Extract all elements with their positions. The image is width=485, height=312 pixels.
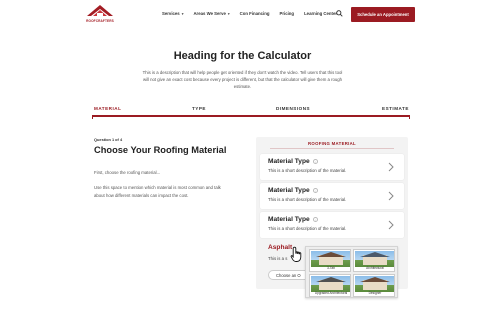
material-tile[interactable]: Architectural <box>353 249 395 272</box>
progress-line <box>92 115 410 117</box>
question-number: Question 1 of 4 <box>94 137 123 142</box>
option-description: This is a short description of the mater… <box>268 226 347 231</box>
material-tile[interactable]: Designer <box>353 274 395 297</box>
option-description: This is a short description of the mater… <box>268 168 347 173</box>
house-image <box>311 251 350 267</box>
tile-label: Upgraded Architectural <box>314 291 348 295</box>
house-image <box>355 251 394 267</box>
option-description: This is a short description of the mater… <box>268 197 347 202</box>
nav-label: Areas We Serve <box>193 11 226 16</box>
option-title-row: Material Type i <box>268 216 318 223</box>
progress-steps: MATERIAL TYPE DIMENSIONS ESTIMATE <box>92 104 410 120</box>
schedule-appointment-button[interactable]: Schedule an Appointment <box>351 7 415 22</box>
divider <box>270 148 394 149</box>
site-header: ROOFCRAFTERS Services ▾ Areas We Serve ▾… <box>0 0 485 30</box>
question-title: Choose Your Roofing Material <box>94 145 227 155</box>
chevron-right-icon <box>388 162 394 172</box>
material-type-popup: 3-Tab Architectural Upgraded Architectur… <box>305 246 398 298</box>
selected-title: Asphalt <box>268 244 293 251</box>
option-title: Material Type <box>268 187 310 194</box>
brand-name: ROOFCRAFTERS <box>86 19 114 23</box>
search-icon[interactable] <box>336 10 343 17</box>
calculator-description: This is a description that will help peo… <box>142 70 343 89</box>
progress-tick <box>92 115 93 119</box>
option-title: Material Type <box>268 158 310 165</box>
nav-item-services[interactable]: Services ▾ <box>162 11 183 16</box>
step-dimensions[interactable]: DIMENSIONS <box>276 106 310 111</box>
nav-label: Learning Center <box>304 11 338 16</box>
step-type[interactable]: TYPE <box>192 106 206 111</box>
brand-logo[interactable]: ROOFCRAFTERS <box>86 4 114 26</box>
calculator-title: Heading for the Calculator <box>173 50 312 62</box>
roof-logo-icon <box>87 5 113 17</box>
hand-cursor-icon <box>290 246 302 262</box>
material-option[interactable]: Material Type i This is a short descript… <box>260 154 404 180</box>
house-image <box>311 276 350 292</box>
nav-item-learning-center[interactable]: Learning Center <box>304 11 337 16</box>
option-title-row: Material Type i <box>268 187 318 194</box>
option-title-row: Material Type i <box>268 158 318 165</box>
info-icon[interactable]: i <box>312 188 318 193</box>
chevron-down-icon: ▾ <box>181 11 184 16</box>
nav-item-pricing[interactable]: Pricing <box>279 11 294 16</box>
info-icon[interactable]: i <box>312 217 318 222</box>
material-tile[interactable]: 3-Tab <box>309 249 351 272</box>
tile-label: 3-Tab <box>327 266 335 270</box>
nav-label: Con Financing <box>239 11 270 16</box>
question-body: Use this space to mention which material… <box>94 185 221 198</box>
progress-tick <box>409 115 410 119</box>
step-material[interactable]: MATERIAL <box>94 106 121 111</box>
option-title: Material Type <box>268 216 310 223</box>
nav-label: Pricing <box>279 11 295 16</box>
question-subtitle: First, choose the roofing material... <box>94 170 161 175</box>
chevron-down-icon: ▾ <box>227 11 230 16</box>
material-tile[interactable]: Upgraded Architectural <box>309 274 351 297</box>
material-option[interactable]: Material Type i This is a short descript… <box>260 212 404 238</box>
step-estimate[interactable]: ESTIMATE <box>382 106 409 111</box>
nav-item-financing[interactable]: Con Financing <box>240 11 270 16</box>
material-option[interactable]: Material Type i This is a short descript… <box>260 183 404 209</box>
selected-description: This is a s <box>268 256 288 261</box>
nav-label: Services <box>162 11 180 16</box>
main-nav: Services ▾ Areas We Serve ▾ Con Financin… <box>162 11 347 16</box>
info-icon[interactable]: i <box>312 159 318 164</box>
chevron-right-icon <box>388 220 394 230</box>
card-heading: ROOFING MATERIAL <box>308 141 356 146</box>
chevron-right-icon <box>388 191 394 201</box>
tile-label: Designer <box>368 291 382 295</box>
tile-label: Architectural <box>366 266 384 270</box>
nav-item-areas[interactable]: Areas We Serve ▾ <box>193 11 229 16</box>
house-image <box>355 276 394 292</box>
